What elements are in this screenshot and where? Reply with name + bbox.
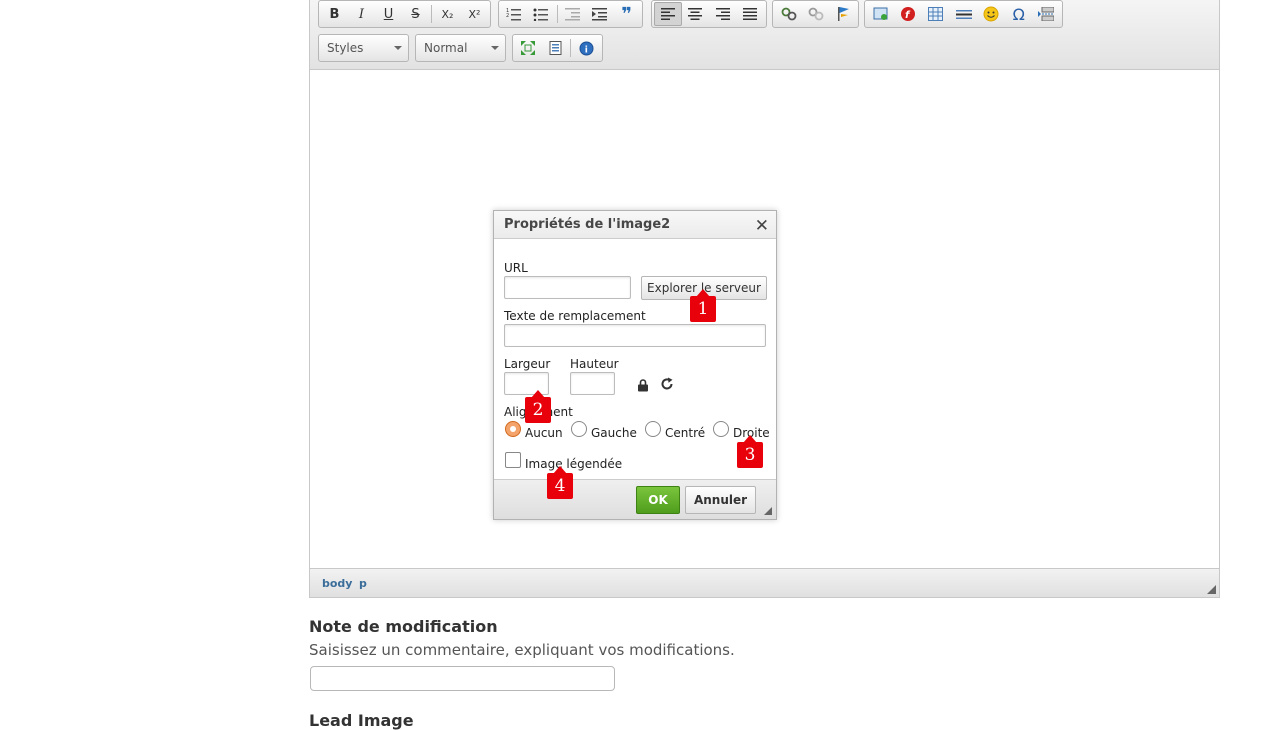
chevron-down-icon — [394, 46, 402, 50]
modification-note-input[interactable] — [310, 666, 615, 691]
styles-dropdown-label: Styles — [327, 41, 364, 55]
indent-icon[interactable] — [586, 2, 613, 26]
superscript-button[interactable]: X² — [461, 2, 488, 26]
info-icon[interactable]: i — [573, 36, 600, 60]
captioned-image-checkbox[interactable] — [505, 452, 521, 468]
cancel-button[interactable]: Annuler — [685, 486, 756, 514]
strikethrough-button[interactable]: S — [402, 2, 429, 26]
numbered-list-icon[interactable]: 12 — [501, 2, 528, 26]
dialog-footer: OK Annuler — [494, 479, 776, 519]
smiley-icon[interactable] — [977, 2, 1005, 26]
annotation-marker-1: 1 — [690, 289, 716, 322]
toolbar-separator — [570, 39, 572, 57]
captioned-image-label: Image légendée — [525, 457, 623, 471]
bulleted-list-icon[interactable] — [528, 2, 555, 26]
align-none-label: Aucun — [525, 426, 563, 440]
format-dropdown[interactable]: Normal — [415, 34, 506, 62]
align-center-icon[interactable] — [682, 2, 709, 26]
ok-button[interactable]: OK — [636, 486, 680, 514]
anchor-flag-icon[interactable] — [829, 2, 856, 26]
align-right-icon[interactable] — [709, 2, 736, 26]
dialog-resize-handle-icon[interactable] — [764, 507, 772, 515]
align-none-radio[interactable] — [505, 421, 521, 437]
align-center-radio[interactable] — [645, 421, 661, 437]
italic-button[interactable]: I — [348, 2, 375, 26]
flash-icon[interactable]: f — [895, 2, 923, 26]
width-label: Largeur — [504, 357, 551, 371]
toolbar-group-tools: i — [512, 34, 603, 62]
format-dropdown-label: Normal — [424, 41, 468, 55]
styles-dropdown[interactable]: Styles — [318, 34, 409, 62]
blockquote-icon[interactable]: ❞ — [613, 2, 640, 26]
image-properties-dialog: Propriétés de l'image2 ✕ URL Explorer le… — [493, 210, 777, 520]
url-label: URL — [504, 261, 528, 275]
toolbar-group-alignment — [651, 0, 767, 28]
horizontal-rule-icon[interactable] — [950, 2, 978, 26]
outdent-icon[interactable] — [560, 2, 587, 26]
toolbar-separator — [431, 5, 432, 23]
path-item-p[interactable]: p — [359, 577, 367, 590]
align-center-label: Centré — [665, 426, 706, 440]
toolbar-group-basic-styles: B I U S X₂ X² — [318, 0, 491, 28]
dialog-title: Propriétés de l'image2 — [494, 211, 776, 239]
align-left-label: Gauche — [591, 426, 637, 440]
maximize-icon[interactable] — [515, 36, 542, 60]
annotation-marker-3: 3 — [737, 435, 763, 468]
annotation-marker-2: 2 — [525, 390, 551, 423]
path-item-body[interactable]: body — [322, 577, 352, 590]
align-right-radio[interactable] — [713, 421, 729, 437]
image-icon[interactable] — [867, 2, 895, 26]
note-help-text: Saisissez un commentaire, expliquant vos… — [309, 641, 735, 659]
svg-text:2: 2 — [506, 13, 509, 19]
table-icon[interactable] — [922, 2, 950, 26]
alt-text-input[interactable] — [504, 324, 766, 347]
underline-button[interactable]: U — [375, 2, 402, 26]
toolbar-group-lists: 12 ❞ — [498, 0, 643, 28]
toolbar-separator — [556, 5, 558, 23]
toolbar-group-insert: f Ω — [864, 0, 1063, 28]
special-character-icon[interactable]: Ω — [1005, 2, 1033, 26]
close-icon[interactable]: ✕ — [755, 216, 769, 236]
height-label: Hauteur — [570, 357, 619, 371]
page-break-icon[interactable] — [1032, 2, 1060, 26]
editor-toolbar: B I U S X₂ X² 12 ❞ f Ω Styles Normal i — [310, 0, 1219, 70]
svg-text:i: i — [585, 45, 588, 55]
note-section-title: Note de modification — [309, 617, 498, 636]
alt-text-label: Texte de remplacement — [504, 309, 646, 323]
reset-size-icon[interactable] — [660, 376, 674, 395]
url-input[interactable] — [504, 276, 631, 299]
align-justify-icon[interactable] — [737, 2, 764, 26]
height-input[interactable] — [570, 372, 615, 395]
annotation-marker-4: 4 — [547, 466, 573, 499]
lock-ratio-icon[interactable] — [637, 377, 649, 396]
editor-statusbar: body p — [310, 568, 1219, 597]
subscript-button[interactable]: X₂ — [434, 2, 461, 26]
unlink-icon[interactable] — [802, 2, 829, 26]
link-icon[interactable] — [775, 2, 802, 26]
show-blocks-icon[interactable] — [542, 36, 569, 60]
lead-image-title: Lead Image — [309, 711, 414, 730]
bold-button[interactable]: B — [321, 2, 348, 26]
align-left-radio[interactable] — [571, 421, 587, 437]
align-left-icon[interactable] — [654, 2, 682, 26]
toolbar-group-links — [772, 0, 859, 28]
chevron-down-icon — [491, 46, 499, 50]
resize-handle-icon[interactable] — [1207, 585, 1216, 594]
